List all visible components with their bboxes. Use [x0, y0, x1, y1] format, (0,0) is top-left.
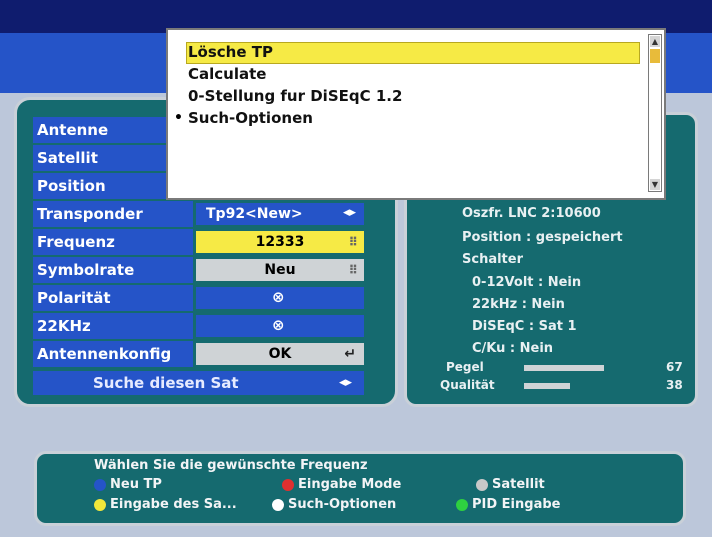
footer-such-optionen[interactable]: Such-Optionen	[272, 497, 396, 512]
submenu-bullet: •	[174, 110, 183, 126]
22khz-info: 22kHz : Nein	[472, 297, 565, 312]
footer-neu-tp[interactable]: Neu TP	[94, 477, 162, 492]
frequenz-value: 12333	[255, 234, 305, 250]
pegel-label: Pegel	[446, 360, 484, 374]
gray-dot-icon	[476, 478, 488, 491]
left-right-arrows-icon: ◂▸	[338, 375, 352, 390]
search-sat-button[interactable]: Suche diesen Sat ◂▸	[33, 371, 364, 395]
blue-dot-icon	[94, 478, 106, 491]
yellow-dot-icon	[94, 498, 106, 511]
satellit-label: Satellit	[492, 477, 545, 492]
row-label-22khz[interactable]: 22KHz	[33, 313, 193, 339]
qualitaet-value: 38	[666, 378, 683, 392]
pid-eingabe-label: PID Eingabe	[472, 497, 561, 512]
transponder-value-box[interactable]: Tp92<New> ◂▸	[196, 203, 364, 225]
pegel-track	[524, 365, 644, 371]
eingabe-sa-label: Eingabe des Sa...	[110, 497, 237, 512]
enter-icon: ↵	[344, 346, 356, 362]
menu-item-calculate[interactable]: Calculate	[188, 64, 266, 85]
lnc-info: Oszfr. LNC 2:10600	[462, 206, 601, 221]
row-label-symbolrate[interactable]: Symbolrate	[33, 257, 193, 283]
menu-item-diseqc-reset[interactable]: 0-Stellung fur DiSEqC 1.2	[188, 86, 402, 107]
options-popup: Lösche TP Calculate 0-Stellung fur DiSEq…	[166, 28, 666, 200]
search-sat-label: Suche diesen Sat	[93, 374, 239, 392]
pegel-value: 67	[666, 360, 683, 374]
keypad-icon: ⠿	[348, 235, 358, 249]
antennenkonfig-ok-button[interactable]: OK ↵	[196, 343, 364, 365]
cycle-icon: ⊗	[272, 316, 285, 334]
row-label-polaritaet[interactable]: Polarität	[33, 285, 193, 311]
left-right-arrows-icon: ◂▸	[342, 205, 356, 220]
footer-satellit[interactable]: Satellit	[476, 477, 545, 492]
keypad-icon: ⠿	[348, 263, 358, 277]
row-label-transponder[interactable]: Transponder	[33, 201, 193, 227]
white-dot-icon	[272, 498, 284, 511]
red-dot-icon	[282, 478, 294, 491]
eingabe-mode-label: Eingabe Mode	[298, 477, 402, 492]
scroll-down-arrow-icon[interactable]: ▼	[650, 179, 660, 190]
ok-label: OK	[268, 346, 292, 362]
frequenz-input[interactable]: 12333 ⠿	[196, 231, 364, 253]
qualitaet-track	[524, 383, 644, 389]
cku-info: C/Ku : Nein	[472, 341, 554, 356]
volt-info: 0-12Volt : Nein	[472, 275, 582, 290]
polaritaet-value-box[interactable]: ⊗	[196, 287, 364, 309]
qualitaet-bar	[524, 383, 570, 389]
such-optionen-label: Such-Optionen	[288, 497, 397, 512]
popup-scrollbar[interactable]: ▲ ▼	[648, 34, 662, 192]
menu-item-loesche-tp[interactable]: Lösche TP	[188, 42, 273, 63]
schalter-heading: Schalter	[462, 252, 523, 267]
footer-hint: Wählen Sie die gewünschte Frequenz	[94, 458, 368, 473]
footer-pid-eingabe[interactable]: PID Eingabe	[456, 497, 560, 512]
diseqc-info: DiSEqC : Sat 1	[472, 319, 577, 334]
footer-eingabe-mode[interactable]: Eingabe Mode	[282, 477, 401, 492]
menu-item-such-optionen[interactable]: Such-Optionen	[188, 108, 313, 129]
scroll-thumb[interactable]	[650, 49, 660, 63]
pegel-bar	[524, 365, 605, 371]
symbolrate-input[interactable]: Neu ⠿	[196, 259, 364, 281]
symbolrate-value: Neu	[264, 262, 296, 278]
scroll-up-arrow-icon[interactable]: ▲	[650, 36, 660, 47]
22khz-value-box[interactable]: ⊗	[196, 315, 364, 337]
transponder-value: Tp92<New>	[206, 206, 303, 222]
row-label-frequenz[interactable]: Frequenz	[33, 229, 193, 255]
position-info: Position : gespeichert	[462, 230, 623, 245]
cycle-icon: ⊗	[272, 288, 285, 306]
green-dot-icon	[456, 498, 468, 511]
footer-eingabe-des-sa[interactable]: Eingabe des Sa...	[94, 497, 237, 512]
qualitaet-label: Qualität	[440, 378, 495, 392]
neu-tp-label: Neu TP	[110, 477, 162, 492]
row-label-antennenkonfig[interactable]: Antennenkonfig	[33, 341, 193, 367]
